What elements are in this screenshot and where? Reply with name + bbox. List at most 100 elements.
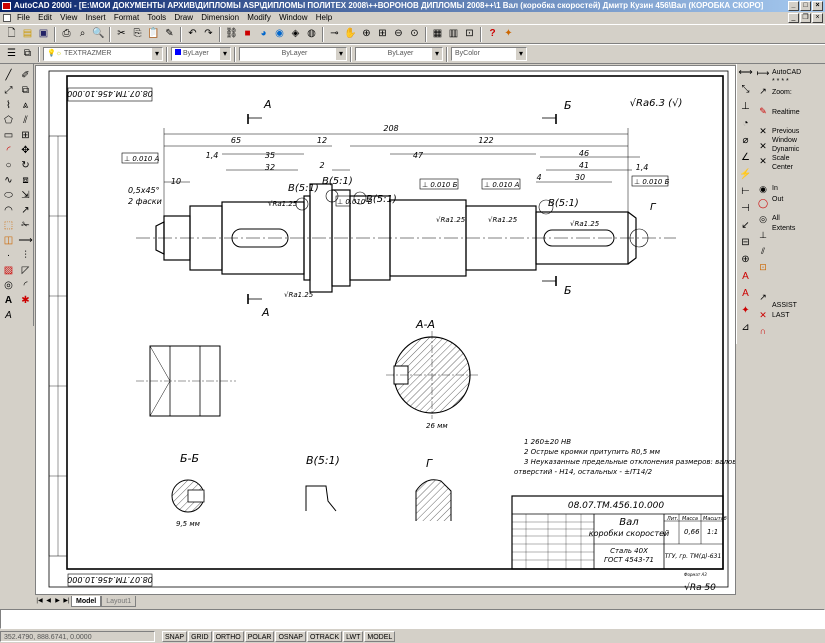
snap-side-icon[interactable]: ⊡ <box>756 260 770 274</box>
text-icon[interactable]: A <box>0 308 17 323</box>
design-center-icon[interactable]: ▥ <box>446 27 461 42</box>
ucs-icon[interactable]: ■ <box>240 27 255 42</box>
next-tab-icon[interactable]: ▶ <box>53 596 62 606</box>
menu-window[interactable]: Window <box>276 12 310 24</box>
close-button[interactable]: × <box>812 1 823 11</box>
panel-previous[interactable]: Previous <box>772 127 799 136</box>
scale-icon[interactable]: ⧈ <box>17 173 34 188</box>
color-combo[interactable]: ByLayer <box>171 47 231 61</box>
zoom-previous-side-icon[interactable]: ✕ <box>756 124 770 138</box>
menu-help[interactable]: Help <box>313 12 335 24</box>
redo-icon[interactable]: ↷ <box>201 27 216 42</box>
panel-center[interactable]: Center <box>772 163 793 172</box>
ordinate-dimension-icon[interactable]: ⊥ <box>737 98 754 115</box>
pan-side-icon[interactable]: ⫽ <box>756 244 770 258</box>
menu-tools[interactable]: Tools <box>144 12 169 24</box>
erase-icon[interactable]: ✐ <box>17 68 34 83</box>
panel-zoom[interactable]: Zoom: <box>772 88 792 97</box>
dimension-style-icon[interactable]: ⊿ <box>737 319 754 336</box>
line-icon[interactable]: ╱ <box>0 68 17 83</box>
menu-file[interactable]: File <box>14 12 33 24</box>
quick-leader-icon[interactable]: ↙ <box>737 217 754 234</box>
aligned-dimension-icon[interactable]: ⤡ <box>737 81 754 98</box>
polar-toggle[interactable]: POLAR <box>244 631 275 642</box>
tab-layout1[interactable]: Layout1 <box>101 595 137 607</box>
copy-icon[interactable]: ⎘ <box>130 27 145 42</box>
layer-combo[interactable]: 💡☼ TEXTRAZMER <box>43 47 163 61</box>
panel-dynamic[interactable]: Dynamic <box>772 145 799 154</box>
array-icon[interactable]: ⊞ <box>17 128 34 143</box>
pan-icon[interactable]: ✋ <box>343 27 358 42</box>
menu-edit[interactable]: Edit <box>35 12 55 24</box>
layer-manager-icon[interactable]: ☰ <box>4 47 19 62</box>
new-icon[interactable]: 🗋 <box>4 27 19 42</box>
dim-style-icon[interactable]: ⟼ <box>756 66 770 80</box>
linear-dimension-icon[interactable]: ⟷ <box>737 64 754 81</box>
panel-all[interactable]: All <box>772 214 780 223</box>
ellipse-arc-icon[interactable]: ◠ <box>0 203 17 218</box>
panel-realtime[interactable]: Realtime <box>772 108 800 117</box>
help-icon[interactable]: ? <box>485 27 500 42</box>
cut-icon[interactable]: ✂ <box>114 27 129 42</box>
make-layer-current-icon[interactable]: ⧉ <box>20 47 35 62</box>
menu-format[interactable]: Format <box>111 12 142 24</box>
save-icon[interactable]: ▣ <box>36 27 51 42</box>
zoom-scale-side-icon[interactable]: ✕ <box>756 154 770 168</box>
region-icon[interactable]: ◎ <box>0 278 17 293</box>
point-icon[interactable]: · <box>0 248 17 263</box>
open-icon[interactable]: ▤ <box>20 27 35 42</box>
hatch-icon[interactable]: ▨ <box>0 263 17 278</box>
fillet-icon[interactable]: ◜ <box>17 278 34 293</box>
meet-now-icon[interactable]: ◉ <box>272 27 287 42</box>
plotstyle-combo[interactable]: ByColor <box>451 47 527 61</box>
menu-view[interactable]: View <box>57 12 80 24</box>
continue-dimension-icon[interactable]: ⊣ <box>737 200 754 217</box>
lineweight-combo[interactable]: ByLayer <box>355 47 443 61</box>
last-tab-icon[interactable]: ▶| <box>62 596 71 606</box>
snap-toggle[interactable]: SNAP <box>162 631 188 642</box>
menu-modify[interactable]: Modify <box>244 12 274 24</box>
undo-icon[interactable]: ↶ <box>185 27 200 42</box>
mirror-icon[interactable]: ⩓ <box>17 98 34 113</box>
center-mark-icon[interactable]: ⊕ <box>737 251 754 268</box>
insert-hyperlink-icon[interactable]: ⛓ <box>224 27 239 42</box>
radius-dimension-icon[interactable]: ◔ <box>737 115 754 132</box>
doc-restore-button[interactable]: ❐ <box>800 13 811 23</box>
zoom-realtime-side-icon[interactable]: ✎ <box>756 104 770 118</box>
dbconnect-icon[interactable]: ◈ <box>288 27 303 42</box>
tool-palette-icon[interactable]: ⊡ <box>462 27 477 42</box>
zoom-window-side-icon[interactable]: ✕ <box>756 139 770 153</box>
zoom-extents-side-icon[interactable]: ⊥ <box>756 228 770 242</box>
tab-model[interactable]: Model <box>71 595 102 607</box>
panel-out[interactable]: Out <box>772 195 783 204</box>
offset-icon[interactable]: ⫽ <box>17 113 34 128</box>
angular-dimension-icon[interactable]: ∠ <box>737 149 754 166</box>
panel-extents[interactable]: Extents <box>772 224 795 233</box>
make-block-icon[interactable]: ◫ <box>0 233 17 248</box>
last-side-icon[interactable]: ✕ <box>756 308 770 322</box>
rotate-icon[interactable]: ↻ <box>17 158 34 173</box>
circle-icon[interactable]: ○ <box>0 158 17 173</box>
ortho-toggle[interactable]: ORTHO <box>212 631 244 642</box>
magnet-side-icon[interactable]: ∩ <box>756 324 770 338</box>
drawing-canvas[interactable]: 08.07.ТМ.456.10.000 √Ra6.3 (√) А А Б Б 2… <box>35 65 736 595</box>
panel-in[interactable]: In <box>772 184 778 193</box>
zoom-in-side-icon[interactable]: ◉ <box>756 182 770 196</box>
panel-last[interactable]: LAST <box>772 311 790 320</box>
zoom-out-side-icon[interactable]: ◯ <box>756 196 770 210</box>
panel-scale[interactable]: Scale <box>772 154 790 163</box>
zoom-realtime-icon[interactable]: ⊕ <box>359 27 374 42</box>
osnap-toggle[interactable]: OSNAP <box>275 631 306 642</box>
break-icon[interactable]: ⫶ <box>17 248 34 263</box>
spline-icon[interactable]: ∿ <box>0 173 17 188</box>
diameter-dimension-icon[interactable]: ⌀ <box>737 132 754 149</box>
zoom-window-icon[interactable]: ⊞ <box>375 27 390 42</box>
menu-dimension[interactable]: Dimension <box>198 12 242 24</box>
panel-header[interactable]: AutoCAD <box>772 68 801 77</box>
linetype-combo[interactable]: ByLayer <box>239 47 347 61</box>
document-icon[interactable] <box>3 14 11 22</box>
menu-insert[interactable]: Insert <box>83 12 109 24</box>
arc-icon[interactable]: ◜ <box>0 143 17 158</box>
copy-object-icon[interactable]: ⧉ <box>17 83 34 98</box>
chamfer-icon[interactable]: ◸ <box>17 263 34 278</box>
